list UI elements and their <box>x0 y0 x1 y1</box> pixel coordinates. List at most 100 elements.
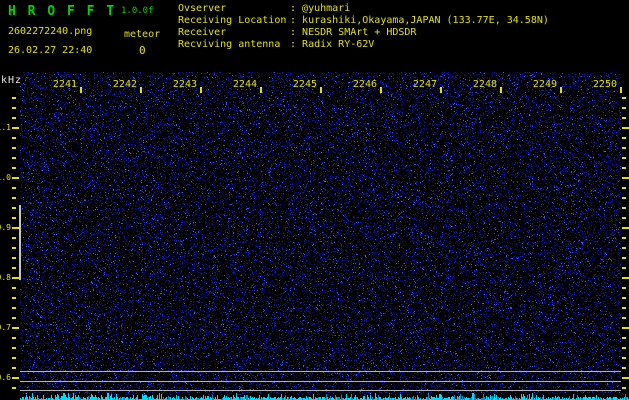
freq-tick-left <box>12 187 16 189</box>
station-info-label: Recviving antenna <box>178 39 281 50</box>
freq-tick-right <box>622 127 629 129</box>
station-info-separator: : <box>290 39 303 50</box>
freq-tick-right <box>622 307 626 309</box>
time-tick-mark <box>200 87 202 93</box>
freq-tick-right <box>622 367 626 369</box>
meteor-counter-value: 0 <box>139 44 146 57</box>
time-tick-mark <box>440 87 442 93</box>
freq-tick-right <box>622 327 629 329</box>
freq-tick-right <box>622 107 626 109</box>
freq-tick-right <box>622 217 626 219</box>
freq-tick-left <box>12 377 19 379</box>
freq-tick-right <box>622 377 629 379</box>
time-tick-mark <box>380 87 382 93</box>
freq-tick-right <box>622 257 626 259</box>
freq-tick-right <box>622 187 626 189</box>
station-info-row: Receiver: NESDR SMArt + HDSDR <box>178 27 549 39</box>
carrier-reference-line <box>20 371 621 372</box>
carrier-reference-line <box>20 390 621 391</box>
freq-tick-left <box>12 277 19 279</box>
time-tick-label: 2249 <box>532 79 557 90</box>
freq-tick-right <box>622 347 626 349</box>
freq-tick-right <box>622 117 626 119</box>
freq-tick-right <box>622 227 629 229</box>
freq-tick-label: 0.6 <box>0 373 11 382</box>
freq-tick-right <box>622 297 626 299</box>
freq-tick-label: 0.8 <box>0 273 11 282</box>
station-info-separator: : <box>290 27 303 38</box>
freq-tick-left <box>12 97 16 99</box>
freq-tick-left <box>12 287 16 289</box>
freq-tick-left <box>12 167 16 169</box>
freq-tick-right <box>622 317 626 319</box>
freq-tick-right <box>622 357 626 359</box>
app-version: 1.0.0f <box>121 6 154 16</box>
freq-tick-left <box>12 197 16 199</box>
freq-tick-left <box>12 387 16 389</box>
app-title: H R O F F T <box>8 4 117 19</box>
freq-tick-left <box>12 327 19 329</box>
freq-tick-right <box>622 167 626 169</box>
time-tick-label: 2244 <box>232 79 257 90</box>
station-info-label: Ovserver <box>178 3 227 14</box>
time-tick-mark <box>320 87 322 93</box>
time-tick-mark <box>560 87 562 93</box>
freq-tick-left <box>12 117 16 119</box>
station-info-value: Radix RY-62V <box>302 39 375 50</box>
freq-tick-left <box>12 357 16 359</box>
signal-level-strip <box>20 392 629 400</box>
freq-tick-right <box>622 267 626 269</box>
freq-tick-label: 1.0 <box>0 173 11 182</box>
freq-tick-right <box>622 237 626 239</box>
freq-tick-right <box>622 287 626 289</box>
freq-tick-right <box>622 387 626 389</box>
freq-tick-right <box>622 147 626 149</box>
freq-tick-right <box>622 137 626 139</box>
station-info-value: kurashiki,Okayama,JAPAN (133.77E, 34.58N… <box>302 15 549 26</box>
station-info-separator: : <box>290 15 303 26</box>
time-tick-label: 2245 <box>292 79 317 90</box>
spectrogram-noise-field <box>20 72 621 393</box>
time-tick-mark <box>80 87 82 93</box>
freq-tick-left <box>12 297 16 299</box>
freq-tick-left <box>12 227 19 229</box>
freq-tick-left <box>12 337 16 339</box>
freq-tick-left <box>12 317 16 319</box>
freq-tick-label: 1.1 <box>0 123 11 132</box>
observation-datetime: 26.02.27 22:40 <box>8 45 93 56</box>
freq-tick-left <box>12 127 19 129</box>
freq-tick-label: 0.9 <box>0 223 11 232</box>
freq-tick-right <box>622 97 626 99</box>
station-info: Ovserver: @yuhmari Receiving Location: ku… <box>178 3 549 51</box>
freq-tick-left <box>12 177 19 179</box>
freq-tick-right <box>622 247 626 249</box>
carrier-reference-line <box>20 381 621 382</box>
freq-tick-left <box>12 107 16 109</box>
freq-tick-right <box>622 277 629 279</box>
freq-tick-left <box>12 217 16 219</box>
time-tick-label: 2242 <box>112 79 137 90</box>
station-info-row: Recviving antenna: Radix RY-62V <box>178 39 549 51</box>
freq-tick-right <box>622 337 626 339</box>
freq-tick-label: 0.7 <box>0 323 11 332</box>
y-axis-unit-label: kHz <box>1 75 23 86</box>
hrofft-screen: H R O F F T 1.0.0f 2602272240.png meteor… <box>0 0 629 400</box>
freq-tick-left <box>12 267 16 269</box>
freq-tick-left <box>12 307 16 309</box>
output-filename: 2602272240.png <box>8 26 93 37</box>
time-tick-label: 2250 <box>592 79 617 90</box>
freq-tick-left <box>12 257 16 259</box>
freq-tick-right <box>622 197 626 199</box>
freq-tick-right <box>622 177 629 179</box>
station-info-separator: : <box>290 3 303 14</box>
time-tick-label: 2243 <box>172 79 197 90</box>
station-info-row: Ovserver: @yuhmari <box>178 3 549 15</box>
time-tick-mark <box>500 87 502 93</box>
freq-tick-left <box>12 207 16 209</box>
freq-tick-left <box>12 367 16 369</box>
station-info-value: NESDR SMArt + HDSDR <box>302 27 417 38</box>
freq-tick-left <box>12 237 16 239</box>
freq-tick-left <box>12 157 16 159</box>
station-info-label: Receiving Location <box>178 15 287 26</box>
time-tick-label: 2248 <box>472 79 497 90</box>
